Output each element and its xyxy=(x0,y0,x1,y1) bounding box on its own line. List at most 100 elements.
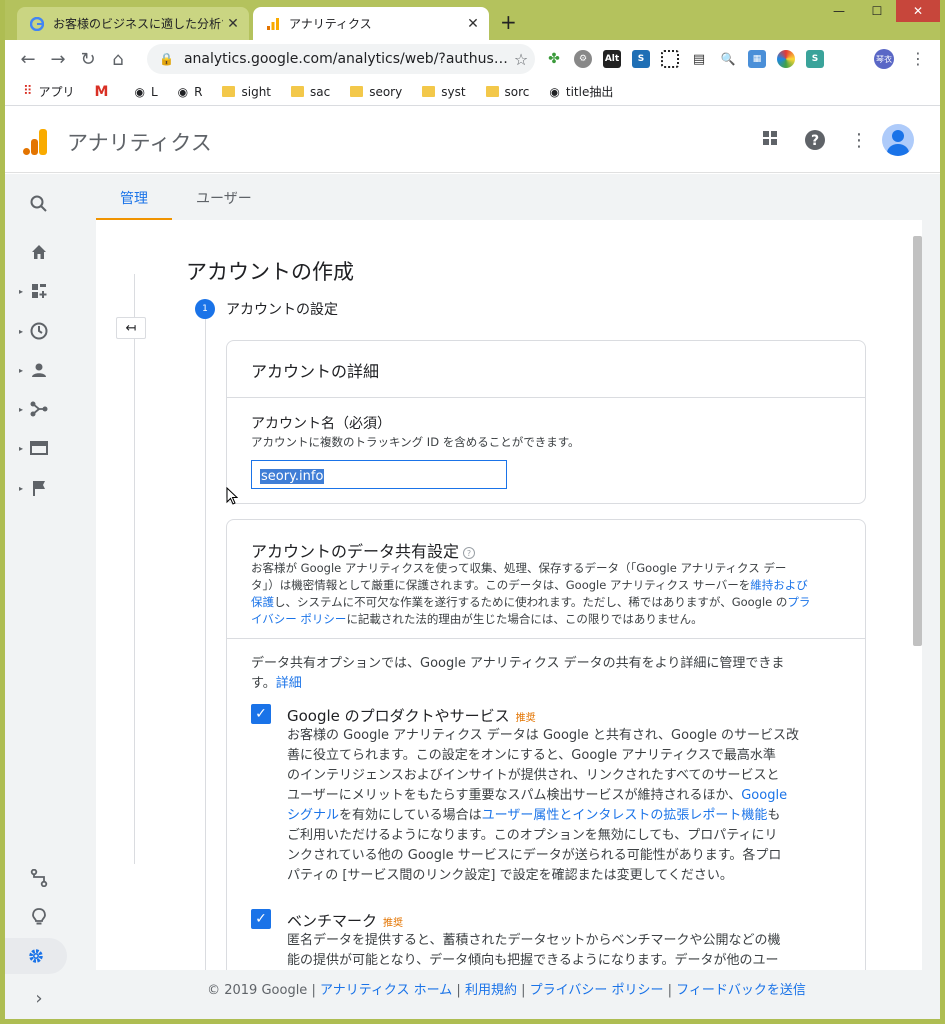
footer-link-home[interactable]: アナリティクス ホーム xyxy=(320,983,452,998)
scrollbar-thumb[interactable] xyxy=(913,236,922,646)
audience-person-icon[interactable]: ▸ xyxy=(5,352,73,388)
maximize-icon[interactable]: ☐ xyxy=(858,0,896,22)
benchmark-checkbox[interactable]: ✓ xyxy=(251,909,271,929)
desc-line: ご利用いただけるようになります。このオプションを無効にしても、プロパティにリ xyxy=(287,828,778,843)
attribution-icon[interactable] xyxy=(5,860,73,896)
bookmark-sac[interactable]: sac xyxy=(291,85,330,99)
bookmark-r[interactable]: ◉ R xyxy=(178,85,203,99)
content-panel: ↤ アカウントの作成 1 アカウントの設定 アカウントの詳細 アカウント名（必須… xyxy=(96,220,922,970)
help-circle-icon[interactable]: ? xyxy=(463,546,476,559)
options-text: データ共有オプションでは、Google アナリティクス データの共有をより詳細に… xyxy=(251,656,785,671)
bookmark-sight[interactable]: sight xyxy=(222,85,271,99)
account-avatar[interactable] xyxy=(882,124,914,156)
desc-line: のインテリジェンスおよびインサイトが提供され、リンクされたすべてのサービスと xyxy=(287,768,780,783)
s-extension-icon[interactable]: S xyxy=(632,50,650,68)
account-name-input[interactable]: seory.info xyxy=(251,460,507,489)
search-extension-icon[interactable]: 🔍 xyxy=(719,50,737,68)
bookmarks-bar: ⠿ アプリ M ◉ L ◉ R sight sac seory syst sor… xyxy=(5,78,940,106)
profile-avatar[interactable]: 琴衣 xyxy=(874,49,894,69)
new-tab-button[interactable]: + xyxy=(500,12,517,32)
data-sharing-card: アカウントのデータ共有設定? お客様が Google アナリティクスを使って収集… xyxy=(226,519,866,970)
bookmark-star-icon[interactable]: ☆ xyxy=(507,50,535,69)
acquisition-icon[interactable]: ▸ xyxy=(5,391,73,427)
home-icon[interactable] xyxy=(5,234,73,270)
extensions-bar: ✤ ⚙ Alt S ▤ 🔍 ▦ S xyxy=(545,50,824,68)
browser-tab-2[interactable]: アナリティクス ✕ xyxy=(253,7,489,40)
tab-admin[interactable]: 管理 xyxy=(96,174,172,220)
realtime-clock-icon[interactable]: ▸ xyxy=(5,313,73,349)
conversions-flag-icon[interactable]: ▸ xyxy=(5,470,73,506)
footer-link-privacy[interactable]: プライバシー ポリシー xyxy=(530,983,664,998)
close-window-icon[interactable]: ✕ xyxy=(896,0,940,22)
discover-lightbulb-icon[interactable] xyxy=(5,899,73,935)
expand-rail-icon[interactable]: › xyxy=(5,980,73,1016)
bookmark-gmail[interactable]: M xyxy=(95,84,115,100)
close-tab-icon[interactable]: ✕ xyxy=(463,16,483,32)
bookmark-label: syst xyxy=(441,84,466,99)
close-tab-icon[interactable]: ✕ xyxy=(223,16,243,32)
footer-link-feedback[interactable]: フィードバックを送信 xyxy=(676,983,806,998)
behavior-icon[interactable]: ▸ xyxy=(5,430,73,466)
help-icon[interactable]: ? xyxy=(804,129,826,156)
minimize-icon[interactable]: — xyxy=(820,0,858,22)
maintain-link[interactable]: 維持およ xyxy=(750,578,796,592)
browser-menu-icon[interactable]: ⋮ xyxy=(910,49,926,68)
more-vert-icon[interactable]: ⋮ xyxy=(850,130,868,151)
tab-user[interactable]: ユーザー xyxy=(172,174,276,220)
search-icon[interactable] xyxy=(5,186,73,222)
demographics-link[interactable]: ユーザー属性とインタレストの拡張レポート機能 xyxy=(482,808,768,823)
bookmark-sorc[interactable]: sorc xyxy=(485,85,529,99)
google-signals-link-cont[interactable]: シグナル xyxy=(287,808,339,823)
folder-icon xyxy=(422,86,436,97)
reader-icon[interactable]: ▤ xyxy=(690,50,708,68)
puzzle-extension-icon[interactable]: ✤ xyxy=(545,50,563,68)
main-area: 管理 ユーザー ↤ アカウントの作成 1 アカウントの設定 アカウントの詳細 ア… xyxy=(73,174,940,1019)
details-link[interactable]: 詳細 xyxy=(276,676,302,691)
alt-extension-icon[interactable]: Alt xyxy=(603,50,621,68)
maintain-link-cont[interactable]: び xyxy=(796,578,808,592)
bookmark-seory[interactable]: seory xyxy=(350,85,402,99)
bookmark-title[interactable]: ◉ title抽出 xyxy=(549,83,613,100)
analytics-favicon-icon xyxy=(265,16,281,32)
google-favicon-icon xyxy=(29,16,45,32)
calendar-extension-icon[interactable]: ▦ xyxy=(748,50,766,68)
gear-extension-icon[interactable]: ⚙ xyxy=(574,50,592,68)
address-bar[interactable]: 🔒 analytics.google.com/analytics/web/?au… xyxy=(147,44,535,74)
forward-icon[interactable]: → xyxy=(43,44,73,74)
bookmark-syst[interactable]: syst xyxy=(422,84,466,99)
privacy-policy-link-cont[interactable]: イバシー ポリシー xyxy=(251,612,346,626)
protect-link[interactable]: 保護 xyxy=(251,595,274,609)
footer-link-terms[interactable]: 利用規約 xyxy=(465,983,517,998)
admin-gear-icon[interactable] xyxy=(5,938,67,974)
intro-text: お客様が Google アナリティクスを使って収集、処理、保存するデータ（「Go… xyxy=(251,561,787,575)
globe-icon: ◉ xyxy=(177,84,189,99)
bookmark-l[interactable]: ◉ L xyxy=(134,85,157,99)
card-divider xyxy=(227,397,865,398)
reload-icon[interactable]: ↻ xyxy=(73,44,103,74)
sharing-heading: アカウントのデータ共有設定 xyxy=(251,542,460,561)
url-text[interactable]: analytics.google.com/analytics/web/?auth… xyxy=(184,51,507,67)
customization-icon[interactable]: ▸ xyxy=(5,273,73,309)
color-picker-icon[interactable] xyxy=(777,50,795,68)
mouse-cursor-icon xyxy=(226,487,238,505)
qr-code-icon[interactable] xyxy=(661,50,679,68)
analytics-logo-icon[interactable] xyxy=(23,129,47,155)
intro-text: タ」）は機密情報として厳重に保護されます。このデータは、Google アナリティ… xyxy=(251,578,751,592)
bookmark-label: sac xyxy=(310,84,331,99)
s2-extension-icon[interactable]: S xyxy=(806,50,824,68)
home-icon[interactable]: ⌂ xyxy=(103,44,133,74)
apps-grid-icon[interactable] xyxy=(762,130,778,151)
desc-line: も xyxy=(767,808,781,823)
privacy-policy-link[interactable]: プラ xyxy=(787,595,810,609)
google-signals-link[interactable]: Google xyxy=(741,788,787,803)
bookmark-apps[interactable]: ⠿ アプリ xyxy=(23,83,75,100)
step-label: アカウントの設定 xyxy=(226,302,338,318)
browser-tab-1[interactable]: お客様のビジネスに適した分析ツール ✕ xyxy=(17,7,249,40)
left-nav-rail: ▸ ▸ ▸ ▸ ▸ ▸ › xyxy=(5,174,73,1019)
google-products-checkbox[interactable]: ✓ xyxy=(251,704,271,724)
desc-line: パティの [サービス間のリンク設定] で設定を確認または変更してください。 xyxy=(287,868,733,883)
lock-icon: 🔒 xyxy=(159,52,174,66)
back-icon[interactable]: ← xyxy=(13,44,43,74)
globe-icon: ◉ xyxy=(134,84,145,99)
back-arrow-button[interactable]: ↤ xyxy=(116,317,146,339)
